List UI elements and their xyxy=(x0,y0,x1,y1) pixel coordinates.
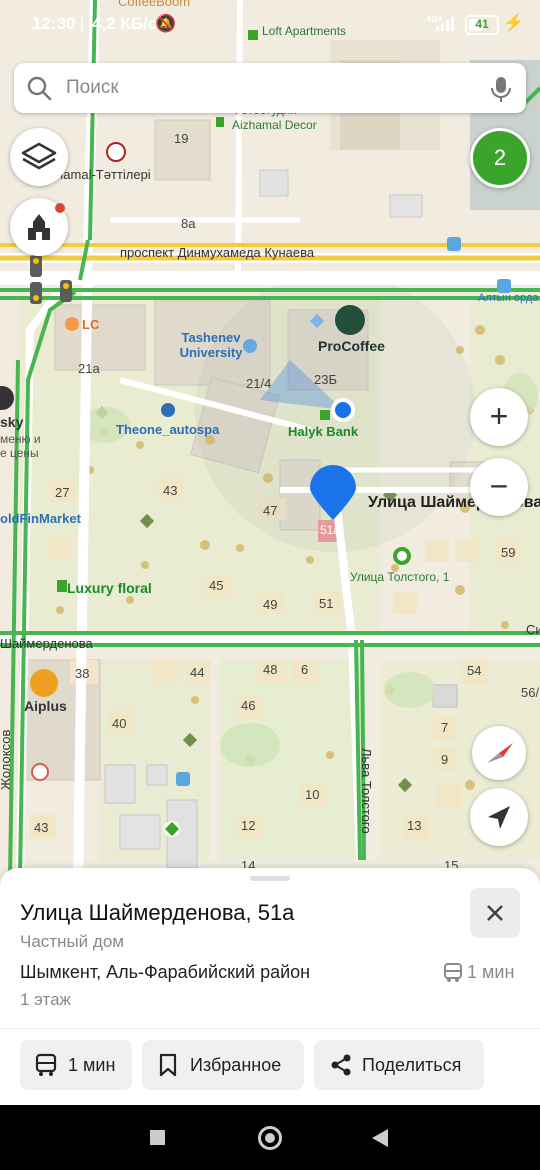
drag-handle[interactable] xyxy=(250,876,290,881)
sky-sub-1: меню и xyxy=(0,432,41,446)
transit-time: 1 мин xyxy=(467,962,515,982)
road-tolstoy-label: Льва Толстого xyxy=(359,748,374,834)
building-number: 43 xyxy=(34,820,49,835)
building-number: 56/ xyxy=(521,685,540,700)
building-number: 21а xyxy=(78,361,100,376)
building-number: 38 xyxy=(75,666,90,681)
building-number: 6 xyxy=(301,662,309,677)
place-title: Улица Шаймерденова, 51а xyxy=(20,900,295,925)
signal-icon xyxy=(436,17,454,31)
layers-button[interactable] xyxy=(10,128,68,186)
building-number: 40 xyxy=(112,716,127,731)
building-number: 48 xyxy=(263,662,278,677)
home-icon[interactable] xyxy=(258,1126,282,1150)
building-number: 9 xyxy=(441,752,449,767)
sky-sub-2: е цены xyxy=(0,446,39,460)
road-right-edge-label: Си xyxy=(526,622,540,637)
map-view[interactable]: CoffeeBoom Loft Apartments Фотостудия Ai… xyxy=(0,0,540,880)
halyk-bank-label[interactable]: Halyk Bank xyxy=(288,424,358,439)
place-card[interactable]: Улица Шаймерденова, 51а Частный дом Шымк… xyxy=(0,868,540,1105)
tashenev-university-label[interactable]: Tashenev University xyxy=(176,330,246,360)
close-button[interactable] xyxy=(470,888,520,938)
bookmark-icon xyxy=(159,1053,177,1077)
search-input[interactable]: Поиск xyxy=(66,77,119,99)
building-number: 54 xyxy=(467,663,482,678)
luxury-floral-label[interactable]: Luxury floral xyxy=(67,580,152,596)
route-button-label: 1 мин xyxy=(68,1055,116,1075)
share-button-label: Поделиться xyxy=(362,1055,462,1075)
altyn-orda-label[interactable]: Алтын орда xyxy=(478,292,538,304)
navigation-arrow-icon xyxy=(488,806,510,829)
procoffee-label[interactable]: ProCoffee xyxy=(318,338,385,354)
building-number: 43 xyxy=(163,483,178,498)
building-number: 13 xyxy=(407,818,422,833)
plus-icon: + xyxy=(489,398,509,434)
layers-icon xyxy=(21,142,57,170)
minus-icon: − xyxy=(489,468,509,504)
lc-label[interactable]: LC xyxy=(82,317,99,332)
places-button[interactable] xyxy=(10,198,68,256)
theone-autospa-label[interactable]: Theone_autospa xyxy=(116,422,219,437)
zoom-in-button[interactable]: + xyxy=(470,388,528,446)
mute-icon: 🔕 xyxy=(155,14,177,33)
divider xyxy=(0,1028,540,1029)
microphone-icon[interactable] xyxy=(488,75,514,103)
charging-icon: ⚡ xyxy=(503,13,525,32)
back-icon[interactable] xyxy=(370,1127,390,1149)
notification-dot xyxy=(55,203,65,213)
route-button[interactable]: 1 мин xyxy=(20,1040,132,1090)
building-number: 46 xyxy=(241,698,256,713)
bus-icon xyxy=(444,963,462,982)
building-number: 19 xyxy=(174,131,189,146)
compass-button[interactable] xyxy=(472,726,526,780)
road-ektokhsov-label: Жолоксов xyxy=(0,729,13,790)
building-number: 49 xyxy=(263,597,278,612)
search-icon xyxy=(27,76,52,101)
aizhamal-decor-label[interactable]: Aizhamal Decor xyxy=(232,118,317,132)
aiplus-label[interactable]: Aiplus xyxy=(24,698,67,714)
battery-level: 41 xyxy=(475,17,489,31)
tolstoy-stop-label[interactable]: Улица Толстого, 1 xyxy=(350,570,449,584)
system-nav-bar xyxy=(0,1105,540,1170)
status-time: 12:30 xyxy=(32,14,76,33)
building-number: 44 xyxy=(190,665,205,680)
road-shaimerdenov-left-label: Шаймерденова xyxy=(0,636,93,651)
building-number: 8а xyxy=(181,216,196,231)
building-number: 7 xyxy=(441,720,449,735)
route-badge-button[interactable]: 2 xyxy=(470,128,530,188)
map-canvas xyxy=(0,0,540,880)
floors-count: 1 этаж xyxy=(20,990,71,1009)
favorite-button-label: Избранное xyxy=(190,1055,282,1075)
goldfinmarket-label[interactable]: oldFinMarket xyxy=(0,511,81,526)
building-number: 10 xyxy=(305,787,320,802)
sky-label[interactable]: sky xyxy=(0,414,23,430)
place-type: Частный дом xyxy=(20,932,124,951)
building-number: 59 xyxy=(501,545,516,560)
building-number: 51а xyxy=(320,523,341,537)
close-icon xyxy=(487,905,503,921)
building-number: 21/4 xyxy=(246,376,272,391)
route-badge-count: 2 xyxy=(493,145,507,170)
favorite-button[interactable]: Избранное xyxy=(142,1040,304,1090)
share-icon xyxy=(331,1054,351,1076)
building-number: 51 xyxy=(319,596,334,611)
building-number: 47 xyxy=(263,503,278,518)
recents-icon[interactable] xyxy=(150,1130,165,1145)
search-bar[interactable]: Поиск xyxy=(14,63,526,113)
building-number: 12 xyxy=(241,818,256,833)
share-button[interactable]: Поделиться xyxy=(314,1040,484,1090)
compass-icon xyxy=(487,743,513,763)
zoom-out-button[interactable]: − xyxy=(470,458,528,516)
status-speed: 4,2 КБ/с xyxy=(92,14,158,33)
status-bar: 12:30 | 4,2 КБ/с 🔕 4G+ 41 ⚡ xyxy=(32,13,525,35)
building-number: 27 xyxy=(55,485,70,500)
building-number: 45 xyxy=(209,578,224,593)
place-region: Шымкент, Аль-Фарабийский район xyxy=(20,962,311,982)
my-location-button[interactable] xyxy=(470,788,528,846)
battery-icon: 41 xyxy=(465,15,499,35)
road-kunaev-label: проспект Динмухамеда Кунаева xyxy=(120,245,315,260)
building-number: 23Б xyxy=(314,372,337,387)
bus-icon xyxy=(35,1053,57,1076)
